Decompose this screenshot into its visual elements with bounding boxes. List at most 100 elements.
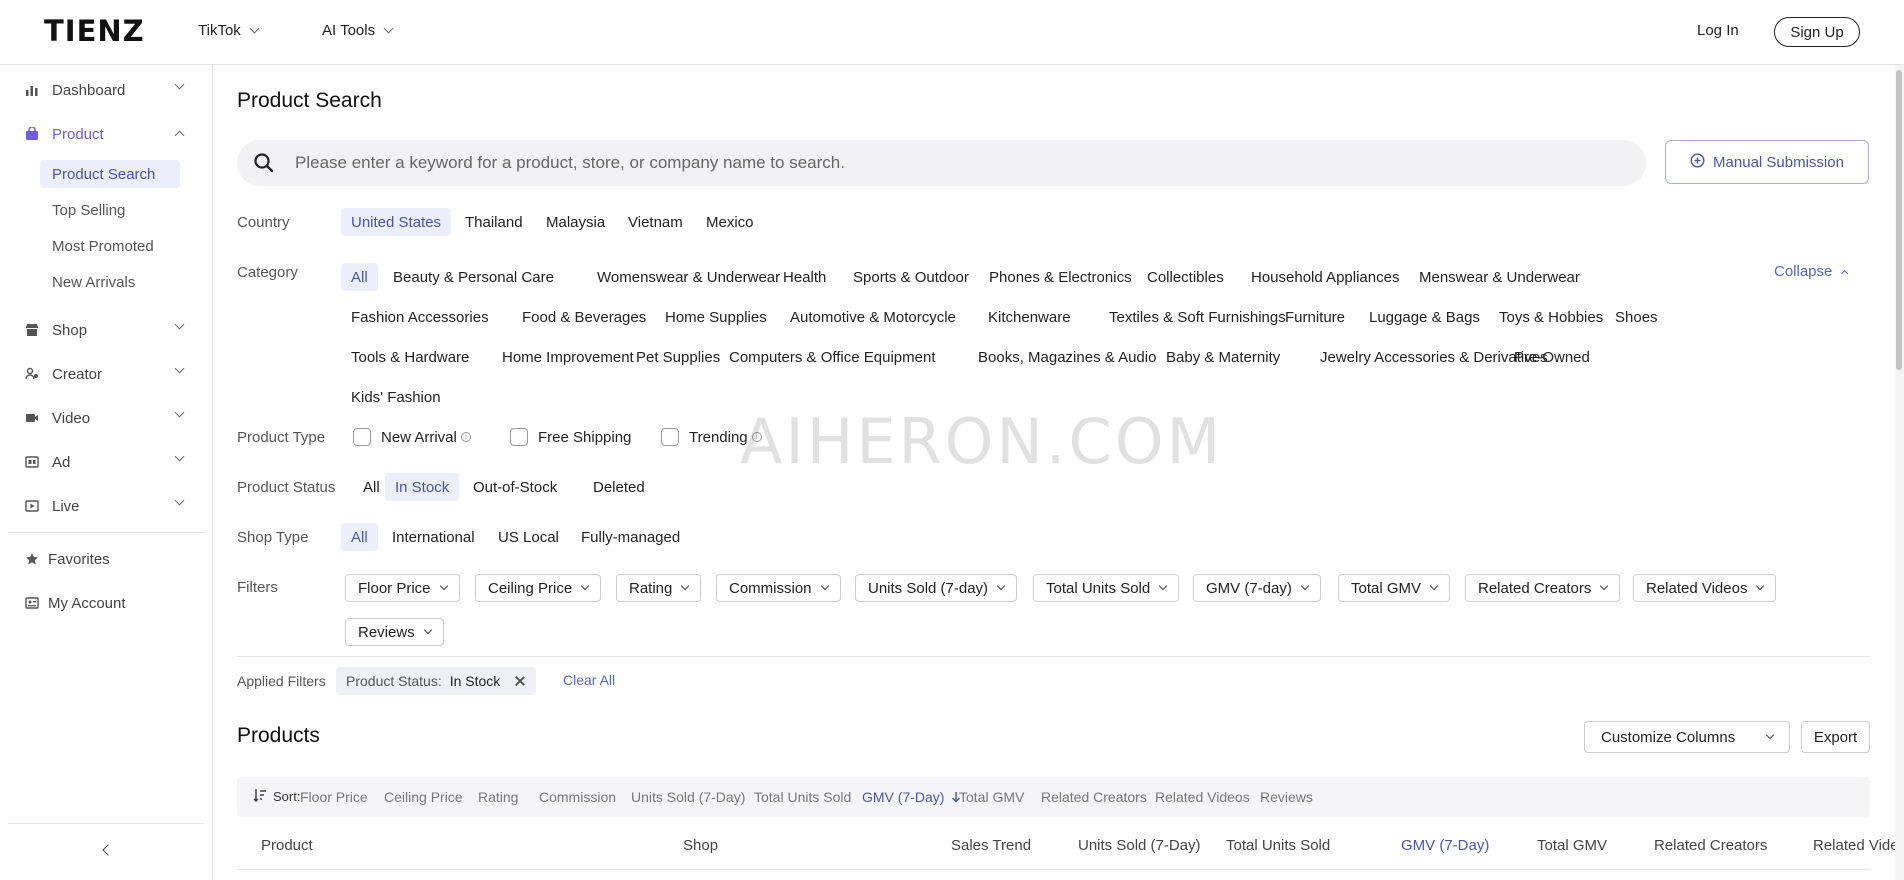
category-option[interactable]: Home Supplies bbox=[655, 303, 777, 331]
filter-dropdown[interactable]: Related Videos bbox=[1633, 574, 1777, 602]
nav-ai-tools[interactable]: AI Tools bbox=[322, 22, 394, 39]
sort-option[interactable]: Rating bbox=[478, 789, 518, 805]
category-option[interactable]: Home Improvement bbox=[492, 343, 644, 371]
category-option[interactable]: Pre-Owned bbox=[1504, 343, 1600, 371]
table-column-header[interactable]: Total Units Sold bbox=[1226, 837, 1330, 854]
category-option[interactable]: Menswear & Underwear bbox=[1409, 263, 1590, 291]
sidebar-item-favorites[interactable]: Favorites bbox=[0, 544, 212, 574]
country-option[interactable]: Malaysia bbox=[536, 208, 615, 236]
country-option[interactable]: Thailand bbox=[455, 208, 533, 236]
category-option[interactable]: Automotive & Motorcycle bbox=[780, 303, 966, 331]
filter-dropdown[interactable]: Total GMV bbox=[1338, 574, 1451, 602]
close-icon[interactable] bbox=[514, 675, 526, 687]
sort-option[interactable]: Reviews bbox=[1260, 789, 1313, 805]
scroll-thumb[interactable] bbox=[1896, 70, 1902, 370]
country-option[interactable]: Mexico bbox=[696, 208, 764, 236]
filter-dropdown[interactable]: Total Units Sold bbox=[1033, 574, 1180, 602]
scrollbar[interactable] bbox=[1895, 65, 1904, 880]
category-option[interactable]: Toys & Hobbies bbox=[1489, 303, 1613, 331]
sidebar-item-shop[interactable]: Shop bbox=[0, 315, 212, 345]
filter-dropdown[interactable]: Ceiling Price bbox=[475, 574, 602, 602]
category-option[interactable]: Baby & Maternity bbox=[1156, 343, 1290, 371]
category-option[interactable]: Beauty & Personal Care bbox=[383, 263, 564, 291]
category-option[interactable]: Computers & Office Equipment bbox=[719, 343, 945, 371]
category-option[interactable]: Luggage & Bags bbox=[1359, 303, 1490, 331]
status-option[interactable]: Deleted bbox=[583, 473, 655, 501]
country-option[interactable]: United States bbox=[341, 208, 452, 236]
sidebar-item-video[interactable]: Video bbox=[0, 403, 212, 433]
category-option[interactable]: Books, Magazines & Audio bbox=[968, 343, 1166, 371]
category-option[interactable]: Phones & Electronics bbox=[979, 263, 1142, 291]
table-column-header[interactable]: Product bbox=[261, 837, 313, 854]
trending-checkbox[interactable]: Trending i bbox=[661, 428, 762, 446]
category-option[interactable]: Shoes bbox=[1605, 303, 1668, 331]
sidebar-sub-top-selling[interactable]: Top Selling bbox=[40, 196, 137, 224]
sidebar-item-creator[interactable]: Creator bbox=[0, 359, 212, 389]
customize-columns-dropdown[interactable]: Customize Columns bbox=[1584, 721, 1790, 753]
filter-dropdown[interactable]: Related Creators bbox=[1465, 574, 1621, 602]
sort-option[interactable]: Total GMV bbox=[959, 789, 1024, 805]
sidebar-item-product[interactable]: Product bbox=[0, 119, 212, 149]
free-shipping-checkbox[interactable]: Free Shipping bbox=[510, 428, 631, 446]
country-option[interactable]: Vietnam bbox=[618, 208, 693, 236]
category-option[interactable]: Health bbox=[773, 263, 836, 291]
status-option[interactable]: In Stock bbox=[385, 473, 460, 501]
table-column-header[interactable]: Sales Trend bbox=[951, 837, 1031, 854]
sort-option[interactable]: Units Sold (7-Day) bbox=[631, 789, 745, 805]
login-link[interactable]: Log In bbox=[1697, 22, 1739, 39]
filter-dropdown[interactable]: Rating bbox=[616, 574, 702, 602]
signup-button[interactable]: Sign Up bbox=[1774, 17, 1860, 47]
shop-type-option[interactable]: International bbox=[382, 523, 485, 551]
category-option[interactable]: All bbox=[341, 263, 378, 291]
filter-dropdown[interactable]: GMV (7-day) bbox=[1193, 574, 1321, 602]
filter-dropdown[interactable]: Floor Price bbox=[345, 574, 460, 602]
category-collapse-link[interactable]: Collapse bbox=[1774, 263, 1849, 280]
sort-option[interactable]: Commission bbox=[539, 789, 616, 805]
sort-option[interactable]: Related Videos bbox=[1155, 789, 1250, 805]
category-option[interactable]: Pet Supplies bbox=[626, 343, 730, 371]
sidebar-item-my-account[interactable]: My Account bbox=[0, 588, 212, 618]
category-option[interactable]: Household Appliances bbox=[1241, 263, 1409, 291]
category-option[interactable]: Tools & Hardware bbox=[341, 343, 479, 371]
category-option[interactable]: Kitchenware bbox=[978, 303, 1081, 331]
nav-tiktok[interactable]: TikTok bbox=[198, 22, 260, 39]
category-option[interactable]: Collectibles bbox=[1137, 263, 1234, 291]
category-option[interactable]: Womenswear & Underwear bbox=[587, 263, 790, 291]
search-input[interactable] bbox=[295, 140, 1625, 186]
sort-option[interactable]: GMV (7-Day) bbox=[862, 789, 962, 805]
sidebar-item-ad[interactable]: Ad bbox=[0, 447, 212, 477]
category-option[interactable]: Textiles & Soft Furnishings bbox=[1099, 303, 1296, 331]
checkbox[interactable] bbox=[661, 428, 679, 446]
shop-type-option[interactable]: All bbox=[341, 523, 378, 551]
shop-type-option[interactable]: US Local bbox=[488, 523, 569, 551]
table-column-header[interactable]: Units Sold (7-Day) bbox=[1078, 837, 1201, 854]
export-button[interactable]: Export bbox=[1801, 721, 1870, 753]
manual-submission-button[interactable]: Manual Submission bbox=[1665, 140, 1869, 184]
filter-dropdown[interactable]: Reviews bbox=[345, 618, 444, 646]
filter-dropdown[interactable]: Units Sold (7-day) bbox=[855, 574, 1018, 602]
sidebar-collapse-chevron-icon[interactable] bbox=[100, 843, 114, 857]
sidebar-sub-product-search[interactable]: Product Search bbox=[40, 160, 180, 188]
checkbox[interactable] bbox=[353, 428, 371, 446]
sidebar-sub-new-arrivals[interactable]: New Arrivals bbox=[40, 268, 147, 296]
shop-type-option[interactable]: Fully-managed bbox=[571, 523, 690, 551]
sort-option[interactable]: Total Units Sold bbox=[754, 789, 851, 805]
sort-option[interactable]: Ceiling Price bbox=[384, 789, 463, 805]
status-option[interactable]: Out-of-Stock bbox=[463, 473, 567, 501]
clear-all-link[interactable]: Clear All bbox=[563, 672, 615, 688]
category-option[interactable]: Furniture bbox=[1275, 303, 1355, 331]
category-option[interactable]: Food & Beverages bbox=[512, 303, 656, 331]
sidebar-item-dashboard[interactable]: Dashboard bbox=[0, 75, 212, 105]
table-column-header[interactable]: Shop bbox=[683, 837, 718, 854]
table-column-header[interactable]: GMV (7-Day) bbox=[1401, 837, 1489, 854]
new-arrival-checkbox[interactable]: New Arrival i bbox=[353, 428, 471, 446]
logo[interactable]: TIENZ bbox=[44, 17, 145, 46]
sidebar-sub-most-promoted[interactable]: Most Promoted bbox=[40, 232, 166, 260]
sort-option[interactable]: Related Creators bbox=[1041, 789, 1147, 805]
table-column-header[interactable]: Related Videos bbox=[1813, 837, 1904, 854]
sidebar-item-live[interactable]: Live bbox=[0, 491, 212, 521]
sort-option[interactable]: Floor Price bbox=[300, 789, 368, 805]
table-column-header[interactable]: Total GMV bbox=[1537, 837, 1607, 854]
table-column-header[interactable]: Related Creators bbox=[1654, 837, 1767, 854]
checkbox[interactable] bbox=[510, 428, 528, 446]
